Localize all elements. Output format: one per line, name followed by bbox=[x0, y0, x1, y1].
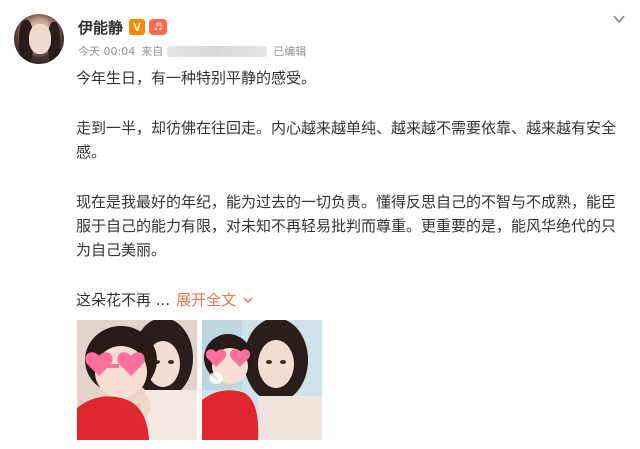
photo-illustration bbox=[202, 320, 322, 440]
truncated-line: 这朵花不再 ... 展开全文 bbox=[76, 288, 254, 312]
verified-icon: V bbox=[129, 19, 146, 35]
post-menu-chevron-icon[interactable] bbox=[612, 12, 626, 26]
post-image-1[interactable] bbox=[77, 320, 197, 440]
author-avatar[interactable] bbox=[14, 14, 64, 64]
expand-full-text-link[interactable]: 展开全文 bbox=[176, 288, 236, 312]
post-source-prefix: 来自 bbox=[141, 45, 164, 58]
truncated-text: 这朵花不再 ... bbox=[76, 291, 171, 309]
author-row: 伊能静 V ♬ bbox=[78, 16, 168, 38]
post-image-2[interactable] bbox=[202, 320, 322, 440]
post-paragraph: 今年生日，有一种特别平静的感受。 bbox=[76, 69, 317, 87]
edited-label[interactable]: 已编辑 bbox=[273, 43, 306, 59]
post-time[interactable]: 今天 00:04 bbox=[78, 43, 135, 59]
photo-illustration bbox=[77, 320, 197, 440]
post-source-blurred bbox=[167, 45, 268, 57]
chevron-down-icon[interactable] bbox=[242, 294, 254, 306]
avatar-face bbox=[29, 24, 51, 54]
post-paragraph: 走到一半，却彷佛在往回走。内心越来越单纯、越来越不需要依靠、越来越有安全感。 bbox=[76, 119, 617, 161]
post-meta: 今天 00:04 来自 已编辑 bbox=[78, 43, 306, 59]
member-badge-icon[interactable]: ♬ bbox=[149, 19, 168, 35]
author-name[interactable]: 伊能静 bbox=[78, 17, 123, 38]
post-paragraph: 现在是我最好的年纪，能为过去的一切负责。懂得反思自己的不智与不成熟，能臣服于自己… bbox=[76, 193, 617, 259]
